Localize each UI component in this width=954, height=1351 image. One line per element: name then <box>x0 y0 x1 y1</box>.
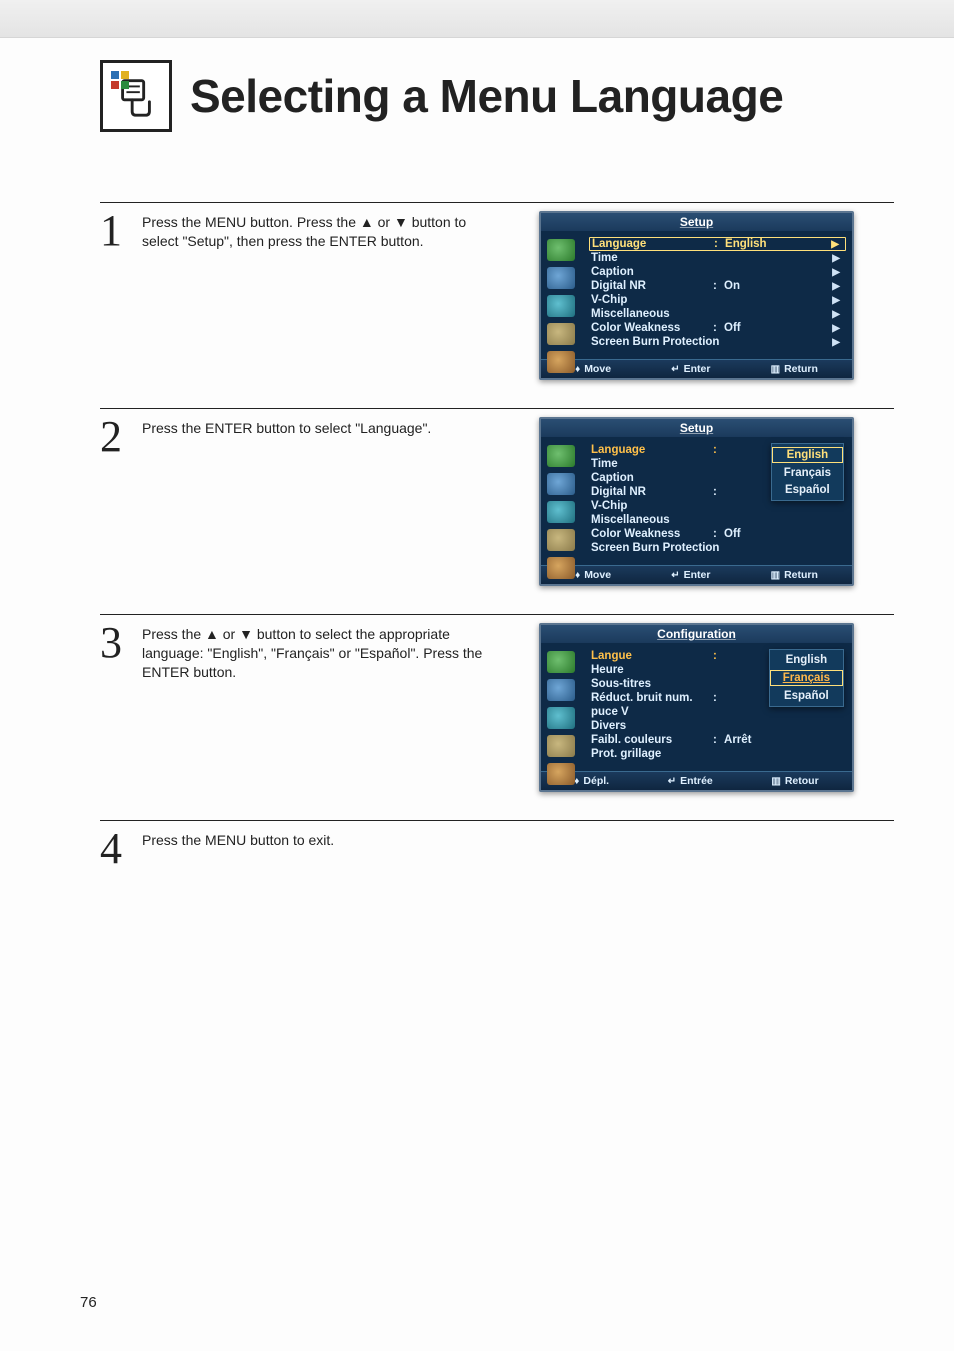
osd-row: Prot. grillage <box>589 747 846 761</box>
step-4: 4 Press the MENU button to exit. <box>100 820 894 869</box>
enter-icon: ↵ <box>671 570 679 581</box>
language-dropdown: English Français Español <box>769 649 844 707</box>
osd-icon <box>547 501 575 523</box>
osd-icon <box>547 557 575 579</box>
osd-icon <box>547 239 575 261</box>
steps-container: 1 Press the MENU button. Press the ▲ or … <box>100 202 894 869</box>
osd-row: Digital NR: On▶ <box>589 279 846 293</box>
osd-icon <box>547 445 575 467</box>
osd-footer: ♦Move ↵Enter ▥Return <box>541 359 852 378</box>
language-option: English <box>770 653 843 667</box>
return-icon: ▥ <box>771 570 780 581</box>
osd-screenshot-3: Configuration Langue: Heure Sous-titres … <box>539 623 854 792</box>
osd-icon <box>547 763 575 785</box>
osd-footer: ♦Move ↵Enter ▥Return <box>541 565 852 584</box>
osd-row: Divers <box>589 719 846 733</box>
updown-icon: ♦ <box>574 776 579 787</box>
updown-icon: ♦ <box>575 570 580 581</box>
osd-row: Time▶ <box>589 251 846 265</box>
language-option: Français <box>772 466 843 480</box>
osd-title: Setup <box>541 213 852 231</box>
osd-screenshot-2: Setup Language: Time Caption Digital NR:… <box>539 417 854 586</box>
arrow-right-icon: ▶ <box>832 309 840 320</box>
osd-row: Screen Burn Protection <box>589 541 846 555</box>
osd-sidebar-icons <box>547 651 575 785</box>
arrow-right-icon: ▶ <box>832 295 840 306</box>
step-3: 3 Press the ▲ or ▼ button to select the … <box>100 614 894 792</box>
arrow-right-icon: ▶ <box>832 323 840 334</box>
step-number: 3 <box>100 623 130 663</box>
osd-row: Miscellaneous <box>589 513 846 527</box>
osd-row: V-Chip▶ <box>589 293 846 307</box>
osd-row: V-Chip <box>589 499 846 513</box>
arrow-right-icon: ▶ <box>832 337 840 348</box>
language-option: Español <box>772 483 843 497</box>
step-text: Press the ENTER button to select "Langua… <box>142 417 502 438</box>
enter-icon: ↵ <box>671 364 679 375</box>
updown-icon: ♦ <box>575 364 580 375</box>
osd-icon <box>547 267 575 289</box>
osd-icon <box>547 679 575 701</box>
language-option: English <box>772 447 843 463</box>
osd-icon <box>547 735 575 757</box>
page-heading: Selecting a Menu Language <box>100 60 894 132</box>
osd-row: Faibl. couleurs: Arrêt <box>589 733 846 747</box>
step-1: 1 Press the MENU button. Press the ▲ or … <box>100 202 894 380</box>
arrow-right-icon: ▶ <box>832 253 840 264</box>
osd-footer: ♦Dépl. ↵Entrée ▥Retour <box>541 771 852 790</box>
osd-row: Caption▶ <box>589 265 846 279</box>
page-top-gradient <box>0 0 954 38</box>
language-option: Français <box>770 670 843 686</box>
page-number: 76 <box>80 1294 97 1311</box>
page-title: Selecting a Menu Language <box>190 69 783 123</box>
language-dropdown: English Français Español <box>771 443 844 501</box>
osd-icon <box>547 473 575 495</box>
osd-title: Configuration <box>541 625 852 643</box>
step-number: 2 <box>100 417 130 457</box>
osd-icon <box>547 529 575 551</box>
return-icon: ▥ <box>771 776 780 787</box>
osd-icon <box>547 323 575 345</box>
osd-title: Setup <box>541 419 852 437</box>
osd-row-language: Language : English ▶ <box>589 237 846 251</box>
osd-icon <box>547 351 575 373</box>
step-text: Press the ▲ or ▼ button to select the ap… <box>142 623 502 682</box>
language-option: Español <box>770 689 843 703</box>
osd-screenshot-1: Setup Language : English ▶ <box>539 211 854 380</box>
arrow-right-icon: ▶ <box>831 239 839 250</box>
step-number: 4 <box>100 829 130 869</box>
osd-sidebar-icons <box>547 445 575 579</box>
step-2: 2 Press the ENTER button to select "Lang… <box>100 408 894 586</box>
osd-row: Color Weakness: Off▶ <box>589 321 846 335</box>
enter-icon: ↵ <box>668 776 676 787</box>
arrow-right-icon: ▶ <box>832 281 840 292</box>
return-icon: ▥ <box>771 364 780 375</box>
step-text: Press the MENU button. Press the ▲ or ▼ … <box>142 211 502 251</box>
step-number: 1 <box>100 211 130 251</box>
osd-row: Color Weakness: Off <box>589 527 846 541</box>
arrow-right-icon: ▶ <box>832 267 840 278</box>
osd-icon <box>547 651 575 673</box>
osd-icon <box>547 707 575 729</box>
osd-sidebar-icons <box>547 239 575 373</box>
step-text: Press the MENU button to exit. <box>142 829 502 850</box>
osd-row: Miscellaneous▶ <box>589 307 846 321</box>
osd-row: Screen Burn Protection▶ <box>589 335 846 349</box>
language-section-icon <box>100 60 172 132</box>
osd-row: puce V <box>589 705 846 719</box>
osd-icon <box>547 295 575 317</box>
